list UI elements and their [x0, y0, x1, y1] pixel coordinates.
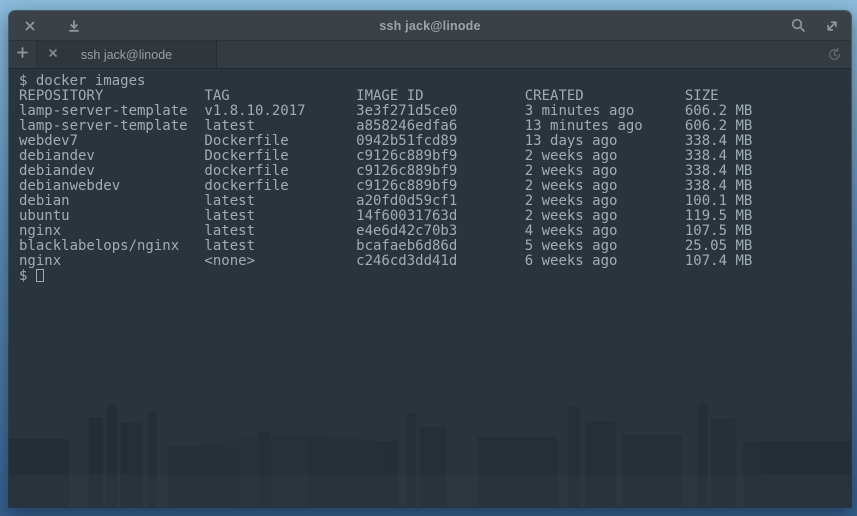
image-row-line: debian latest a20fd0d59cf1 2 weeks ago 1… [19, 194, 851, 209]
restore-closed-tab-button[interactable] [825, 46, 843, 64]
image-row-line: lamp-server-template v1.8.10.2017 3e3f27… [19, 104, 851, 119]
plus-icon [15, 45, 30, 65]
tab-ssh-jack-linode[interactable]: ssh jack@linode [37, 41, 217, 68]
image-row-line: debianwebdev dockerfile c9126c889bf9 2 w… [19, 179, 851, 194]
tab-label: ssh jack@linode [81, 48, 172, 62]
titlebar[interactable]: ssh jack@linode [9, 11, 851, 41]
new-tab-button[interactable] [9, 41, 37, 68]
image-row-line: debiandev dockerfile c9126c889bf9 2 week… [19, 164, 851, 179]
image-row-line: blacklabelops/nginx latest bcafaeb6d86d … [19, 239, 851, 254]
image-row-line: nginx <none> c246cd3dd41d 6 weeks ago 10… [19, 254, 851, 269]
titlebar-right-controls [789, 11, 841, 40]
image-row-line: webdev7 Dockerfile 0942b51fcd89 13 days … [19, 134, 851, 149]
restore-closed-tab-icon [826, 46, 843, 63]
image-row-line: lamp-server-template latest a858246edfa6… [19, 119, 851, 134]
close-icon [22, 18, 38, 34]
search-icon [790, 17, 807, 34]
maximize-button[interactable] [823, 17, 841, 35]
search-button[interactable] [789, 17, 807, 35]
maximize-icon [824, 18, 840, 34]
download-button[interactable] [65, 17, 83, 35]
close-button[interactable] [21, 17, 39, 35]
table-header-line: REPOSITORY TAG IMAGE ID CREATED SIZE [19, 89, 851, 104]
desktop-wallpaper: { "colors": { "wallpaper_top": "#8cbcdb"… [0, 0, 857, 516]
city-skyline-silhouette [9, 377, 851, 507]
tab-close-icon [47, 46, 59, 64]
terminal-lines: $ docker imagesREPOSITORY TAG IMAGE ID C… [19, 74, 851, 284]
image-row-line: ubuntu latest 14f60031763d 2 weeks ago 1… [19, 209, 851, 224]
image-row-line: nginx latest e4e6d42c70b3 4 weeks ago 10… [19, 224, 851, 239]
tab-bar: ssh jack@linode [9, 41, 851, 69]
terminal-output[interactable]: $ docker imagesREPOSITORY TAG IMAGE ID C… [9, 69, 851, 507]
titlebar-left-controls [21, 11, 83, 40]
image-row-line: debiandev Dockerfile c9126c889bf9 2 week… [19, 149, 851, 164]
terminal-window: ssh jack@linode [8, 10, 852, 508]
prompt-line: $ [19, 269, 851, 284]
command-line: $ docker images [19, 74, 851, 89]
terminal-cursor [36, 269, 44, 282]
download-icon [66, 18, 82, 34]
tab-close-button[interactable] [46, 48, 60, 62]
window-title: ssh jack@linode [9, 19, 851, 33]
